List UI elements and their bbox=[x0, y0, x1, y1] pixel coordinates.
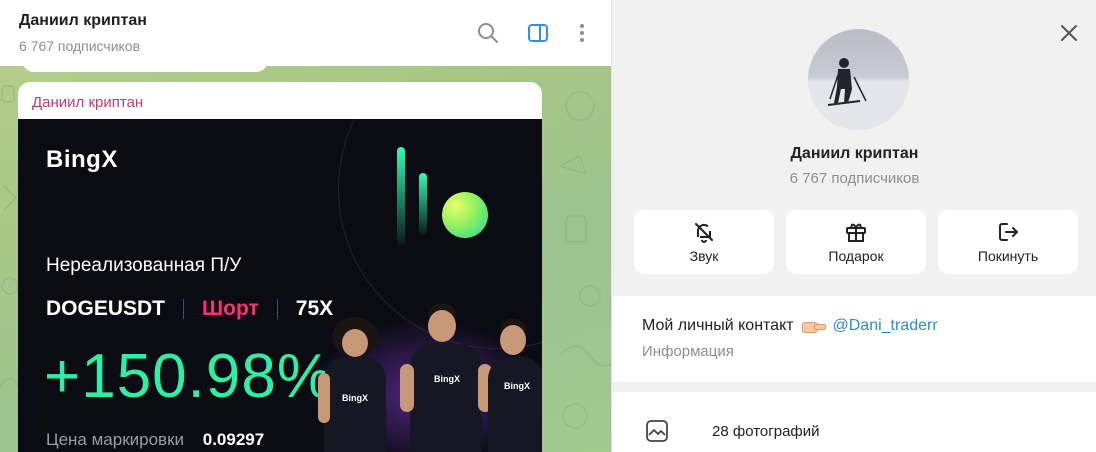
player-figure: BingX bbox=[488, 319, 542, 452]
promo-image[interactable]: BingX Нереализованная П/У DOGEUSDT Шорт … bbox=[18, 119, 542, 452]
profile-panel: Даниил криптан 6 767 подписчиков Звук По… bbox=[611, 0, 1096, 452]
divider bbox=[183, 299, 185, 319]
search-icon[interactable] bbox=[476, 21, 500, 45]
player-figure: BingX bbox=[318, 317, 398, 452]
decorative-bar bbox=[397, 147, 405, 245]
sidebar-toggle-icon[interactable] bbox=[526, 21, 550, 45]
profile-subscribers: 6 767 подписчиков bbox=[789, 170, 920, 187]
leave-button[interactable]: Покинуть bbox=[938, 210, 1078, 274]
gift-icon bbox=[846, 223, 866, 242]
message-author[interactable]: Даниил криптан bbox=[32, 94, 143, 111]
trading-pair: DOGEUSDT bbox=[46, 297, 166, 320]
gift-button[interactable]: Подарок bbox=[786, 210, 926, 274]
divider bbox=[276, 299, 278, 319]
gift-label: Подарок bbox=[828, 248, 884, 264]
chat-title[interactable]: Даниил криптан bbox=[19, 12, 147, 30]
decorative-bar bbox=[419, 173, 427, 235]
close-icon[interactable] bbox=[1057, 21, 1081, 45]
chat-subscriber-count: 6 767 подписчиков bbox=[19, 38, 141, 54]
chat-header: Даниил криптан 6 767 подписчиков bbox=[0, 0, 611, 66]
profile-header: Даниил криптан 6 767 подписчиков Звук По… bbox=[612, 0, 1096, 296]
photos-count: 28 фотографий bbox=[712, 423, 820, 440]
bell-off-icon bbox=[695, 223, 713, 243]
profile-name: Даниил криптан bbox=[790, 145, 919, 162]
sound-label: Звук bbox=[689, 248, 719, 264]
leave-icon bbox=[999, 223, 1018, 241]
trade-side: Шорт bbox=[202, 297, 259, 320]
sound-button[interactable]: Звук bbox=[634, 210, 774, 274]
mark-price-row: Цена маркировки 0.09297 bbox=[46, 430, 264, 450]
skier-figure bbox=[808, 58, 909, 130]
mark-price-value: 0.09297 bbox=[202, 430, 265, 449]
bingx-logo: BingX bbox=[46, 146, 118, 173]
info-description: Мой личный контакт @Dani_traderr bbox=[642, 317, 938, 335]
mark-price-label: Цена маркировки bbox=[46, 430, 185, 449]
jersey-text: BingX bbox=[504, 381, 530, 391]
jersey-text: BingX bbox=[434, 374, 460, 384]
promo-heading: Нереализованная П/У bbox=[46, 255, 242, 276]
profile-info: Мой личный контакт @Dani_traderr Информа… bbox=[612, 296, 1096, 382]
promo-trade-row: DOGEUSDT Шорт 75X bbox=[46, 297, 333, 321]
photo-icon bbox=[646, 420, 668, 442]
info-text: Мой личный контакт bbox=[642, 317, 794, 334]
decorative-ball bbox=[442, 192, 488, 238]
pointing-hand-emoji bbox=[802, 320, 827, 333]
avatar[interactable] bbox=[808, 29, 909, 130]
media-photos-row[interactable]: 28 фотографий bbox=[612, 392, 1096, 452]
pnl-percent: +150.98% bbox=[44, 342, 333, 411]
contact-link[interactable]: @Dani_traderr bbox=[833, 317, 938, 334]
more-vertical-icon[interactable] bbox=[570, 21, 594, 45]
leave-label: Покинуть bbox=[977, 248, 1039, 264]
message-bubble[interactable]: Даниил криптан BingX Нереализованная П/У… bbox=[18, 82, 542, 452]
info-caption: Информация bbox=[642, 343, 734, 360]
jersey-text: BingX bbox=[342, 393, 368, 403]
chat-area: Даниил криптан 6 767 подписчиков Даниил … bbox=[0, 0, 611, 452]
player-figure: BingX bbox=[400, 304, 492, 452]
